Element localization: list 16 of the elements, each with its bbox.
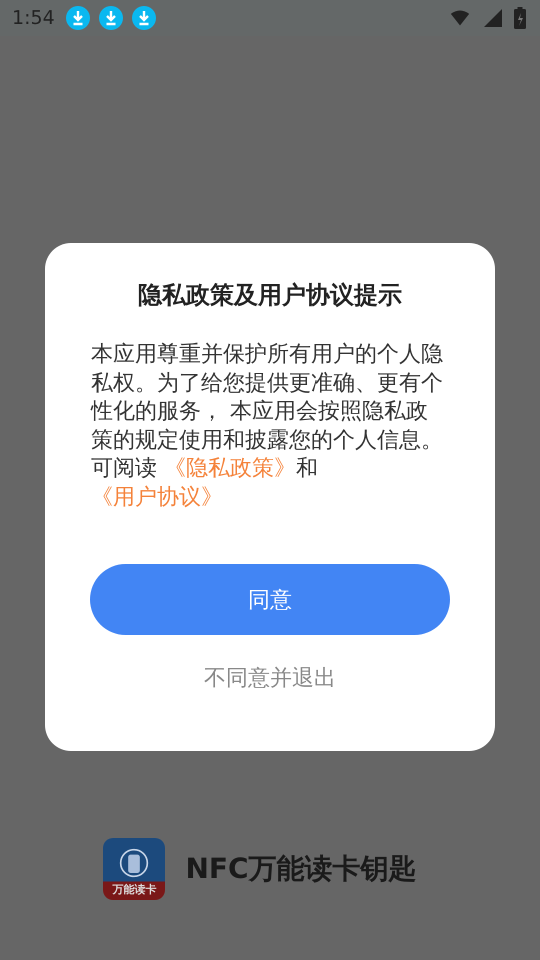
wifi-icon: [448, 8, 472, 28]
agreement-link[interactable]: 《隐私政策》: [164, 456, 296, 481]
agree-button[interactable]: 同意: [90, 564, 450, 635]
app-name: NFC万能读卡钥匙: [185, 851, 417, 887]
dialog-title: 隐私政策及用户协议提示: [137, 280, 403, 311]
download-icon: [98, 6, 123, 30]
battery-icon: [514, 7, 526, 29]
download-icon: [132, 6, 156, 30]
app-icon-label: 万能读卡: [112, 882, 156, 897]
read-agreements-text: 可阅读 《隐私政策》和 《用户协议》: [91, 455, 319, 512]
status-time: 1:54: [12, 7, 55, 29]
dialog-message: 本应用尊重并保护所有用户的个人隐私权。为了给您提供更准确、更有个性化的服务， 本应用会按照隐私政策的规定使用和披露您的个人信息。: [91, 341, 444, 454]
download-icon: [66, 6, 90, 30]
agreement-link[interactable]: 《用户协议》: [91, 484, 223, 510]
signal-icon: [483, 8, 503, 28]
decline-button[interactable]: 不同意并退出: [200, 659, 340, 697]
